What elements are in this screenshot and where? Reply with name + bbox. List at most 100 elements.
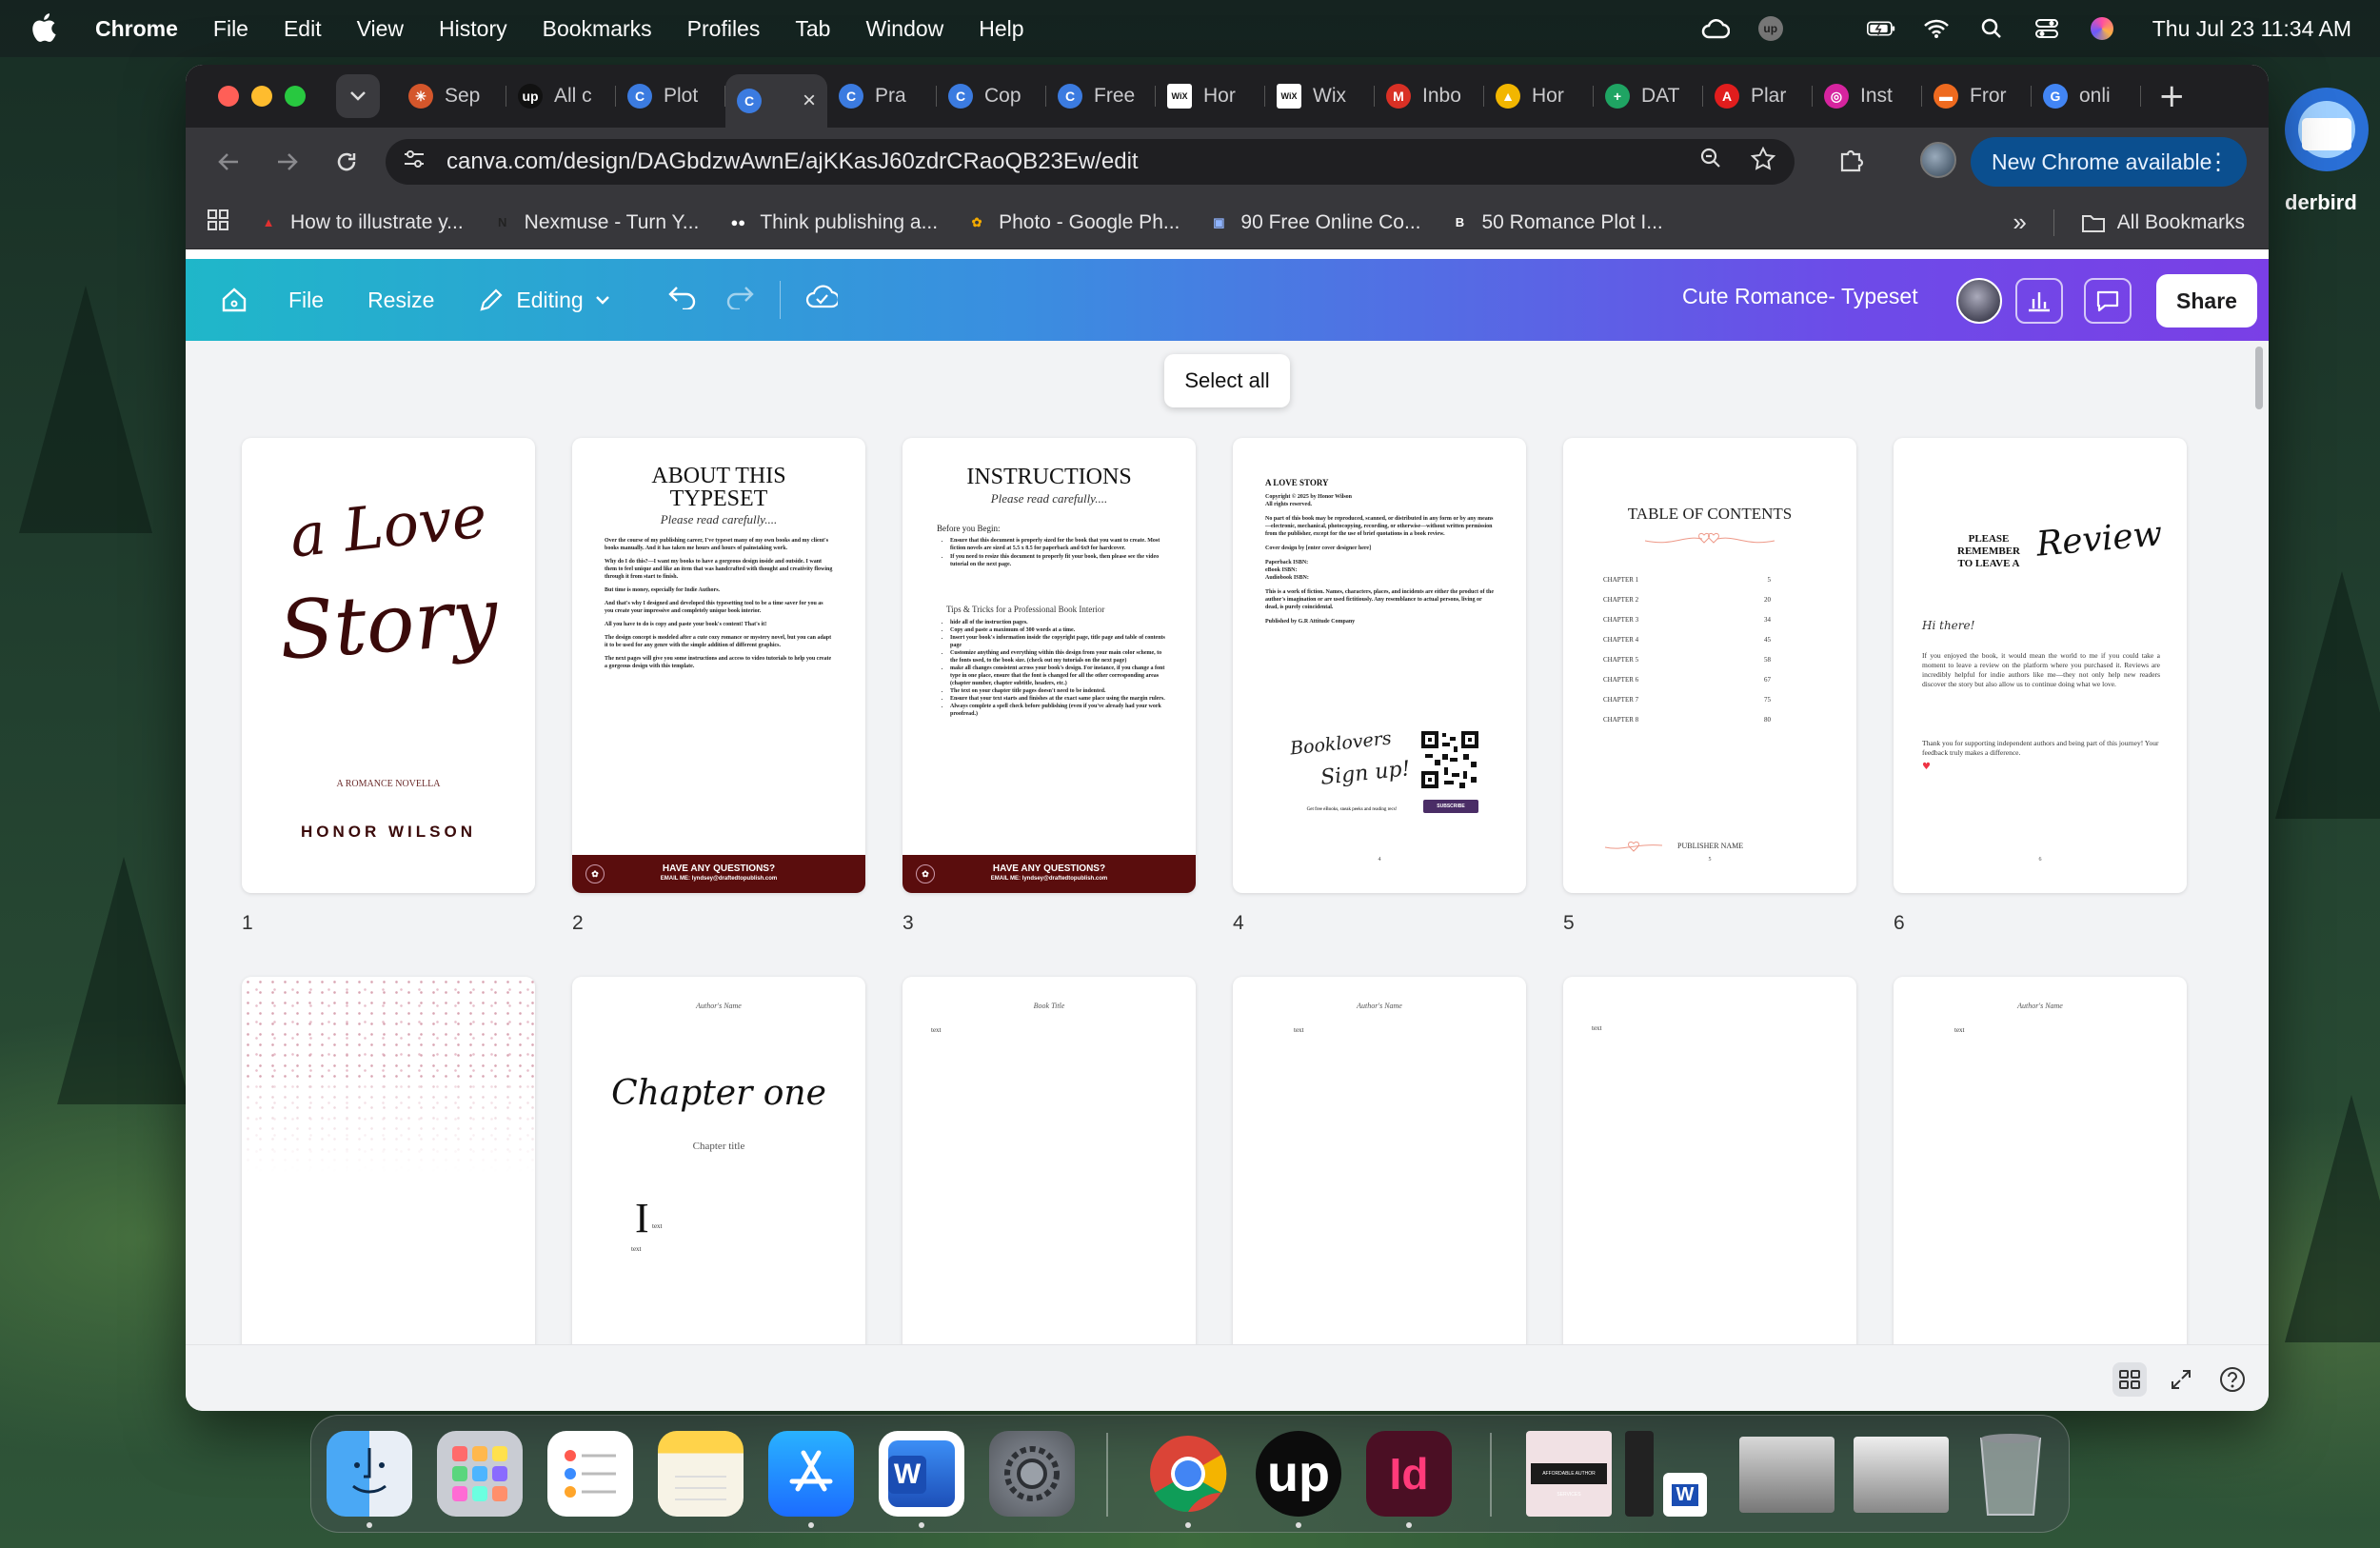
menu-app-name[interactable]: Chrome bbox=[95, 16, 178, 42]
grid-view-button[interactable] bbox=[2112, 1362, 2147, 1397]
menu-tab[interactable]: Tab bbox=[795, 16, 830, 42]
undo-button[interactable] bbox=[667, 285, 698, 315]
page-thumbnail-1[interactable]: a Love Story A ROMANCE NOVELLA HONOR WIL… bbox=[242, 438, 535, 893]
redo-button[interactable] bbox=[724, 285, 755, 315]
page-thumbnail-7[interactable] bbox=[242, 977, 535, 1344]
tab-search-button[interactable] bbox=[336, 74, 380, 118]
bookmark-item[interactable]: B 50 Romance Plot I... bbox=[1449, 211, 1663, 234]
page-thumbnail-3[interactable]: INSTRUCTIONS Please read carefully.... B… bbox=[902, 438, 1196, 893]
bookmark-item[interactable]: ▲ How to illustrate y... bbox=[258, 211, 464, 234]
microsoft-word-icon[interactable]: W bbox=[879, 1431, 964, 1528]
menu-history[interactable]: History bbox=[439, 16, 507, 42]
page-thumbnail-11[interactable]: text bbox=[1563, 977, 1856, 1344]
page-thumbnail-8[interactable]: Author's Name Chapter one Chapter title … bbox=[572, 977, 865, 1344]
thunderbird-desktop-icon[interactable] bbox=[2264, 76, 2378, 190]
upwork-icon[interactable]: up bbox=[1256, 1431, 1341, 1528]
menu-file[interactable]: File bbox=[213, 16, 248, 42]
finder-icon[interactable] bbox=[327, 1431, 412, 1528]
menu-view[interactable]: View bbox=[357, 16, 404, 42]
profile-avatar[interactable] bbox=[1920, 142, 1956, 178]
tab[interactable]: M Inbo bbox=[1375, 72, 1484, 120]
site-settings-icon[interactable] bbox=[403, 149, 426, 176]
recent-item-thumbnail[interactable] bbox=[1625, 1431, 1654, 1517]
recent-document-thumbnail[interactable]: AFFORDABLE AUTHOR SERVICES bbox=[1526, 1431, 1612, 1517]
page-thumbnail-5[interactable]: TABLE OF CONTENTS CHAPTER 1 5 CHAPTER 2 20 C… bbox=[1563, 438, 1856, 893]
battery-icon[interactable] bbox=[1866, 14, 1895, 43]
tab[interactable]: up All c bbox=[506, 72, 616, 120]
tab[interactable]: WiX Hor bbox=[1156, 72, 1265, 120]
share-button[interactable]: Share bbox=[2156, 274, 2257, 327]
page-thumbnail-12[interactable]: Author's Name text bbox=[1894, 977, 2187, 1344]
url-text[interactable]: canva.com/design/DAGbdzwAwnE/ajKKasJ60zd… bbox=[446, 149, 1139, 175]
scrollbar-thumb[interactable] bbox=[2255, 347, 2263, 409]
comments-button[interactable] bbox=[2084, 278, 2132, 324]
tab[interactable]: ▬ Fror bbox=[1922, 72, 2032, 120]
extensions-puzzle-icon[interactable] bbox=[1837, 145, 1866, 177]
moon-icon[interactable] bbox=[1812, 14, 1840, 43]
tab[interactable]: + DAT bbox=[1594, 72, 1703, 120]
more-vert-icon[interactable]: ⋮ bbox=[2207, 149, 2230, 176]
menu-profiles[interactable]: Profiles bbox=[687, 16, 761, 42]
app-store-icon[interactable] bbox=[768, 1431, 854, 1528]
insights-button[interactable] bbox=[2015, 278, 2063, 324]
bookmark-item[interactable]: N Nexmuse - Turn Y... bbox=[492, 211, 699, 234]
page-thumbnail-6[interactable]: PLEASE REMEMBER TO LEAVE A Review Hi the… bbox=[1894, 438, 2187, 893]
trash-icon[interactable] bbox=[1968, 1431, 2053, 1517]
tab[interactable]: C Plot bbox=[616, 72, 725, 120]
tab[interactable]: C Free bbox=[1046, 72, 1156, 120]
tab[interactable]: ▲ Hor bbox=[1484, 72, 1594, 120]
notes-icon[interactable] bbox=[658, 1431, 744, 1517]
page-thumbnail-9[interactable]: Book Title text bbox=[902, 977, 1196, 1344]
new-chrome-available-button[interactable]: New Chrome available ⋮ bbox=[1971, 137, 2247, 187]
close-tab-icon[interactable]: × bbox=[803, 88, 816, 114]
help-button[interactable] bbox=[2215, 1362, 2250, 1397]
launchpad-icon[interactable] bbox=[437, 1431, 523, 1517]
select-all-button[interactable]: Select all bbox=[1164, 354, 1290, 407]
forward-button[interactable] bbox=[271, 146, 304, 178]
close-window-button[interactable] bbox=[218, 86, 239, 107]
resize-button[interactable]: Resize bbox=[367, 288, 434, 313]
apple-menu-icon[interactable] bbox=[29, 11, 63, 46]
creative-cloud-icon[interactable] bbox=[1701, 14, 1730, 43]
home-icon[interactable] bbox=[220, 286, 248, 314]
page-thumbnail-4[interactable]: A LOVE STORY Copyright © 2025 by Honor W… bbox=[1233, 438, 1526, 893]
system-settings-icon[interactable] bbox=[989, 1431, 1075, 1517]
more-bookmarks-icon[interactable]: » bbox=[2013, 208, 2026, 237]
menu-window[interactable]: Window bbox=[865, 16, 943, 42]
save-status-button[interactable] bbox=[805, 284, 840, 316]
editing-mode-dropdown[interactable]: Editing bbox=[478, 287, 609, 313]
tab[interactable]: Gonli bbox=[2032, 72, 2141, 120]
tab[interactable]: C Cop bbox=[937, 72, 1046, 120]
apps-grid-icon[interactable] bbox=[207, 208, 229, 237]
reload-button[interactable] bbox=[330, 146, 363, 178]
adobe-indesign-icon[interactable]: Id bbox=[1366, 1431, 1452, 1528]
menu-bookmarks[interactable]: Bookmarks bbox=[543, 16, 652, 42]
bookmark-item[interactable]: ✿ Photo - Google Ph... bbox=[966, 211, 1180, 234]
menubar-clock[interactable]: Thu Jul 23 11:34 AM bbox=[2152, 16, 2351, 42]
menu-help[interactable]: Help bbox=[979, 16, 1023, 42]
tab[interactable]: A Plar bbox=[1703, 72, 1813, 120]
downloads-stack-icon[interactable] bbox=[1854, 1437, 1949, 1513]
all-bookmarks-button[interactable]: All Bookmarks bbox=[2081, 211, 2245, 234]
bookmark-item[interactable]: ●● Think publishing a... bbox=[727, 211, 938, 234]
document-title[interactable]: Cute Romance- Typeset bbox=[1682, 284, 1918, 309]
bookmark-star-icon[interactable] bbox=[1750, 146, 1776, 178]
fullscreen-button[interactable] bbox=[2164, 1362, 2198, 1397]
page-thumbnail-2[interactable]: ABOUT THIS TYPESET Please read carefully… bbox=[572, 438, 865, 893]
tab[interactable]: WiX Wix bbox=[1265, 72, 1375, 120]
tab-active[interactable]: C × bbox=[725, 74, 827, 128]
screenshot-stack-icon[interactable] bbox=[1739, 1437, 1835, 1513]
google-chrome-icon[interactable] bbox=[1145, 1431, 1231, 1528]
upwork-status-icon[interactable]: up bbox=[1756, 14, 1785, 43]
url-bar[interactable]: canva.com/design/DAGbdzwAwnE/ajKKasJ60zd… bbox=[386, 139, 1795, 185]
spotlight-search-icon[interactable] bbox=[1977, 14, 2006, 43]
back-button[interactable] bbox=[212, 146, 245, 178]
new-tab-button[interactable]: + bbox=[2158, 77, 2186, 115]
bookmark-item[interactable]: ▣ 90 Free Online Co... bbox=[1208, 211, 1420, 234]
tab[interactable]: ✳ Sep bbox=[397, 72, 506, 120]
zoom-window-button[interactable] bbox=[285, 86, 306, 107]
reminders-icon[interactable] bbox=[547, 1431, 633, 1517]
tab[interactable]: ◎ Inst bbox=[1813, 72, 1922, 120]
menu-edit[interactable]: Edit bbox=[284, 16, 322, 42]
tab[interactable]: C Pra bbox=[827, 72, 937, 120]
